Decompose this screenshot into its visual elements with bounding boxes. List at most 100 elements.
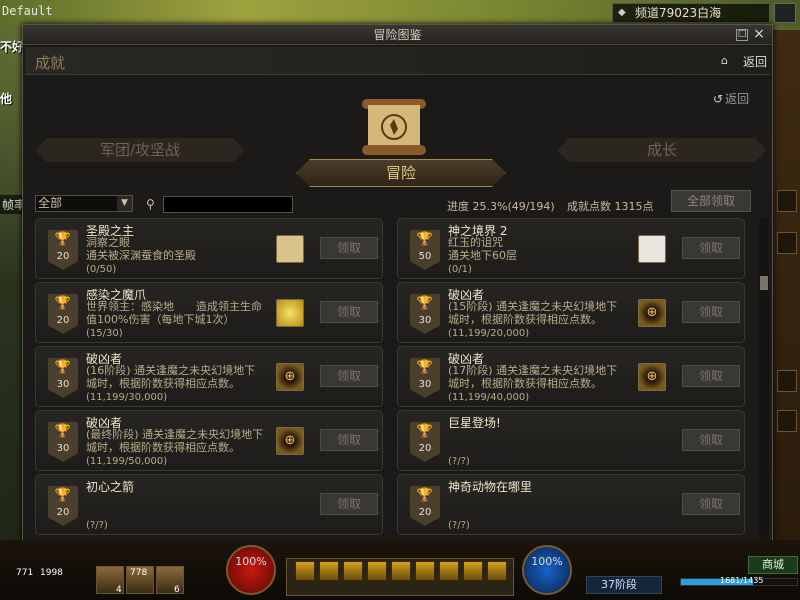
tab-legion[interactable]: 军团/攻坚战: [35, 138, 245, 162]
claim-button[interactable]: 领取: [682, 493, 740, 515]
hud-level-a: 771: [16, 568, 34, 578]
category-select[interactable]: 全部 ▼: [35, 195, 133, 212]
achievement-progress: (0/50): [86, 264, 117, 275]
tab-adventure[interactable]: 冒险: [296, 159, 506, 187]
achievement-progress: (15/30): [86, 328, 123, 339]
achievement-points: 20: [56, 251, 70, 262]
achievement-progress: (?/?): [86, 520, 108, 531]
stage-indicator[interactable]: 37阶段: [586, 576, 662, 594]
skill-bar: [286, 558, 514, 596]
list-scrollbar[interactable]: [759, 218, 769, 540]
claim-button[interactable]: 领取: [682, 429, 740, 451]
reward-seal-icon[interactable]: ⊕: [276, 427, 304, 455]
achievement-title: 初心之箭: [86, 480, 135, 494]
trophy-badge: 🏆 50: [410, 230, 440, 270]
side-button-2[interactable]: [777, 232, 797, 254]
portrait-c-label: 6: [174, 585, 180, 595]
chat-line-2: 他: [0, 92, 13, 106]
achievement-points: 20: [418, 443, 432, 454]
achievement-points: 30: [56, 379, 70, 390]
side-button-4[interactable]: [777, 410, 797, 432]
achievement-progress: (11,199/40,000): [448, 392, 530, 403]
shop-button[interactable]: 商城: [748, 556, 798, 574]
achievement-card: 🏆 20 圣殿之主 洞察之眼 通关被深渊蚕食的圣殿 (0/50) 领取: [35, 218, 383, 279]
reward-star-icon[interactable]: [276, 299, 304, 327]
achievement-desc: 世界领主：感染地 造成领主生命值100%伤害（每地下城1次）: [86, 300, 262, 326]
reward-seal-icon[interactable]: ⊕: [638, 363, 666, 391]
achievement-points: 30: [56, 443, 70, 454]
achievement-card: 🏆 50 神之境界 2 红玉的诅咒 通关地下60层 (0/1) 领取: [397, 218, 745, 279]
trophy-icon: 🏆: [416, 488, 434, 503]
search-icon: ⚲: [146, 197, 155, 211]
skill-slot[interactable]: [319, 561, 339, 581]
hud-level-b: 1998: [40, 568, 63, 578]
achievement-card: 🏆 30 破凶者 (15阶段) 通关逢魔之未央幻境地下城时，根据阶数获得相应点数。 (1…: [397, 282, 745, 343]
back-button-top[interactable]: 返回: [743, 53, 767, 70]
trophy-badge: 🏆 20: [410, 422, 440, 462]
achievement-progress: (11,199/20,000): [448, 328, 530, 339]
claim-all-button[interactable]: 全部领取: [671, 190, 751, 212]
undo-arrow-icon: ↺: [713, 92, 724, 106]
trophy-badge: 🏆 30: [410, 358, 440, 398]
trophy-icon: 🏆: [416, 424, 434, 439]
side-button-1[interactable]: [777, 190, 797, 212]
reward-paper-icon[interactable]: [638, 235, 666, 263]
achievement-card: 🏆 20 神奇动物在哪里 (?/?) 领取: [397, 474, 745, 535]
trophy-icon: 🏆: [54, 424, 72, 439]
skill-slot[interactable]: [295, 561, 315, 581]
trophy-badge: 🏆 30: [410, 294, 440, 334]
minimize-button[interactable]: □: [736, 29, 748, 41]
achievement-title: 神奇动物在哪里: [448, 480, 533, 494]
skill-slot[interactable]: [463, 561, 483, 581]
trophy-icon: 🏆: [416, 296, 434, 311]
achievement-progress: (11,199/30,000): [86, 392, 168, 403]
trophy-icon: 🏆: [54, 296, 72, 311]
achievement-card: 🏆 30 破凶者 (16阶段) 通关逢魔之未央幻境地下城时，根据阶数获得相应点数。 (1…: [35, 346, 383, 407]
channel-icon: ◆: [618, 7, 626, 18]
channel-indicator[interactable]: ◆ 频道79023白海: [612, 3, 770, 23]
claim-button[interactable]: 领取: [682, 301, 740, 323]
skill-slot[interactable]: [367, 561, 387, 581]
skill-slot[interactable]: [343, 561, 363, 581]
claim-button[interactable]: 领取: [320, 365, 378, 387]
trophy-badge: 🏆 20: [410, 486, 440, 526]
skill-slot[interactable]: [487, 561, 507, 581]
claim-button[interactable]: 领取: [682, 237, 740, 259]
achievement-card: 🏆 30 破凶者 (17阶段) 通关逢魔之未央幻境地下城时，根据阶数获得相应点数。 (1…: [397, 346, 745, 407]
minimap-button[interactable]: [774, 3, 796, 23]
portrait-a-label: 4: [116, 585, 122, 595]
reward-seal-icon[interactable]: ⊕: [638, 299, 666, 327]
trophy-icon: 🏆: [416, 232, 434, 247]
search-input[interactable]: [163, 196, 293, 213]
claim-button[interactable]: 领取: [320, 301, 378, 323]
exp-text: 1681/1435: [720, 576, 764, 585]
tab-growth[interactable]: 成长: [557, 138, 767, 162]
default-label: Default: [2, 4, 53, 18]
skill-slot[interactable]: [415, 561, 435, 581]
achievement-desc: 洞察之眼 通关被深渊蚕食的圣殿: [86, 236, 196, 262]
trophy-badge: 🏆 30: [48, 422, 78, 462]
chevron-down-icon[interactable]: ▼: [117, 196, 132, 211]
close-button[interactable]: ×: [752, 27, 766, 42]
reward-seal-icon[interactable]: ⊕: [276, 363, 304, 391]
hp-orb: 100%: [226, 545, 276, 595]
back-button-secondary[interactable]: ↺ 返回: [713, 90, 749, 107]
claim-button[interactable]: 领取: [320, 493, 378, 515]
achievement-points: 30: [418, 379, 432, 390]
achievement-card: 🏆 20 感染之魔爪 世界领主：感染地 造成领主生命值100%伤害（每地下城1次） (1…: [35, 282, 383, 343]
achievement-desc: (最终阶段) 通关逢魔之未央幻境地下城时，根据阶数获得相应点数。: [86, 428, 264, 454]
claim-button[interactable]: 领取: [320, 237, 378, 259]
trophy-badge: 🏆 20: [48, 486, 78, 526]
skill-slot[interactable]: [391, 561, 411, 581]
trophy-icon: 🏆: [416, 360, 434, 375]
reward-map-icon[interactable]: [276, 235, 304, 263]
claim-button[interactable]: 领取: [320, 429, 378, 451]
claim-button[interactable]: 领取: [682, 365, 740, 387]
achievement-points: 20: [56, 507, 70, 518]
back-secondary-label: 返回: [725, 92, 750, 106]
side-button-3[interactable]: [777, 370, 797, 392]
home-icon[interactable]: ⌂: [721, 54, 728, 67]
skill-slot[interactable]: [439, 561, 459, 581]
scrollbar-thumb[interactable]: [760, 276, 768, 290]
achievement-card: 🏆 20 巨星登场! (?/?) 领取: [397, 410, 745, 471]
